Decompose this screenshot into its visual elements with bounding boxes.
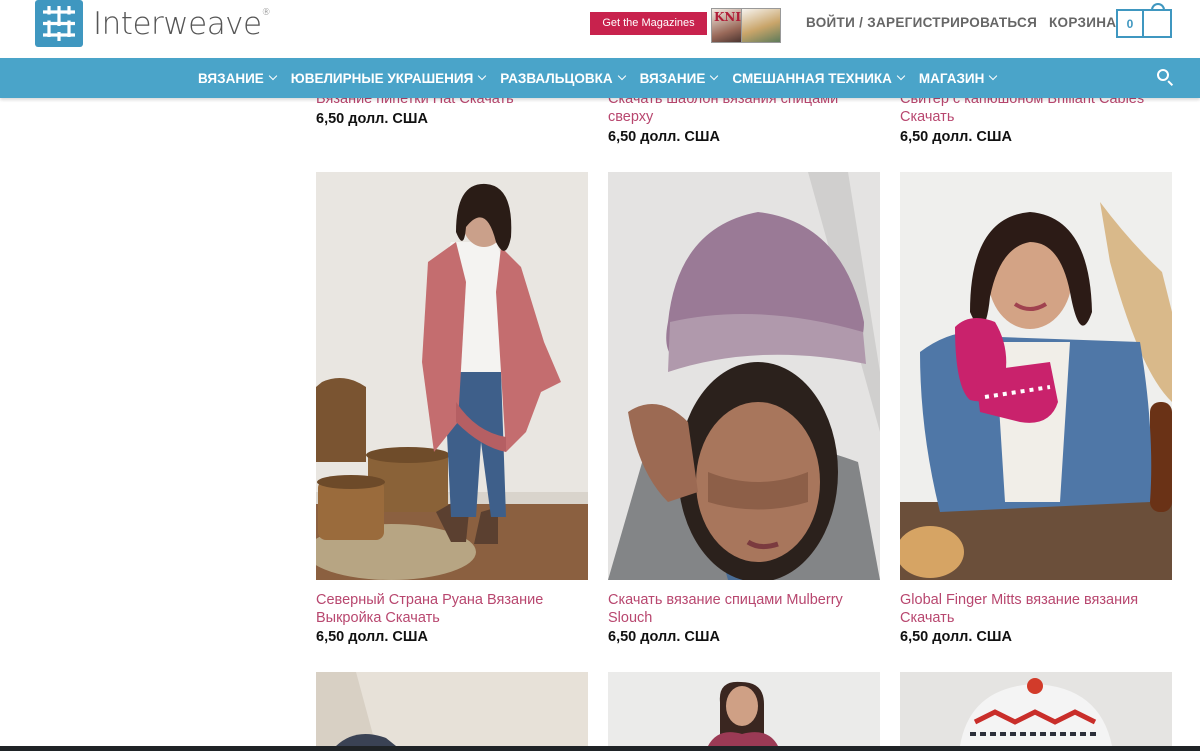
chevron-down-icon <box>478 71 487 81</box>
product-title-link[interactable]: Северный Страна Руана Вязание Выкройка С… <box>316 591 588 627</box>
interweave-logo[interactable]: Interweave® <box>35 0 271 47</box>
search-icon[interactable] <box>1156 68 1176 88</box>
cart-count-badge[interactable]: 0 <box>1116 9 1144 38</box>
nav-item-crochet[interactable]: ВЯЗАНИЕ <box>640 71 719 86</box>
main-navigation: ВЯЗАНИЕ ЮВЕЛИРНЫЕ УКРАШЕНИЯ РАЗВАЛЬЦОВКА… <box>0 58 1200 98</box>
nav-item-knitting[interactable]: ВЯЗАНИЕ <box>198 71 278 86</box>
nav-item-shop[interactable]: МАГАЗИН <box>919 71 998 86</box>
get-magazines-button[interactable]: Get the Magazines <box>590 12 707 35</box>
product-price: 6,50 долл. США <box>900 629 1012 645</box>
chevron-down-icon <box>989 71 998 81</box>
chevron-down-icon <box>617 71 626 81</box>
product-title-link[interactable]: Global Finger Mitts вязание вязания Скач… <box>900 591 1172 627</box>
product-image-bottom-middle[interactable] <box>608 672 880 746</box>
nav-item-mixed-media[interactable]: СМЕШАННАЯ ТЕХНИКА <box>732 71 906 86</box>
product-price: 6,50 долл. США <box>900 129 1012 145</box>
window-bottom-edge <box>0 746 1200 751</box>
nav-item-flaring[interactable]: РАЗВАЛЬЦОВКА <box>500 71 626 86</box>
magazine-cover-second <box>741 8 781 43</box>
product-title-link[interactable]: Скачать вязание спицами Mulberry Slouch <box>608 591 880 627</box>
product-image-bottom-right[interactable] <box>900 672 1172 746</box>
product-price: 6,50 долл. США <box>316 629 428 645</box>
weave-logo-icon <box>35 0 83 47</box>
logo-wordmark: Interweave® <box>93 5 271 42</box>
nav-item-jewelry[interactable]: ЮВЕЛИРНЫЕ УКРАШЕНИЯ <box>291 71 487 86</box>
product-image-bottom-left[interactable] <box>316 672 588 746</box>
login-register-link[interactable]: ВОЙТИ / ЗАРЕГИСТРИРОВАТЬСЯ <box>806 15 1037 30</box>
product-price: 6,50 долл. США <box>608 629 720 645</box>
product-image-ruana[interactable] <box>316 172 588 580</box>
site-header: Interweave® Get the Magazines KNITS ВОЙТ… <box>0 0 1200 58</box>
product-price: 6,50 долл. США <box>608 129 720 145</box>
cart-link[interactable]: КОРЗИНА <box>1049 15 1116 30</box>
product-image-mulberry-slouch[interactable] <box>608 172 880 580</box>
chevron-down-icon <box>896 71 906 81</box>
magazine-covers-image[interactable]: KNITS <box>711 8 781 43</box>
cart-bag-icon[interactable] <box>1144 9 1172 38</box>
product-price: 6,50 долл. США <box>316 111 428 127</box>
chevron-down-icon <box>710 71 719 81</box>
chevron-down-icon <box>268 71 278 81</box>
product-image-finger-mitts[interactable] <box>900 172 1172 580</box>
